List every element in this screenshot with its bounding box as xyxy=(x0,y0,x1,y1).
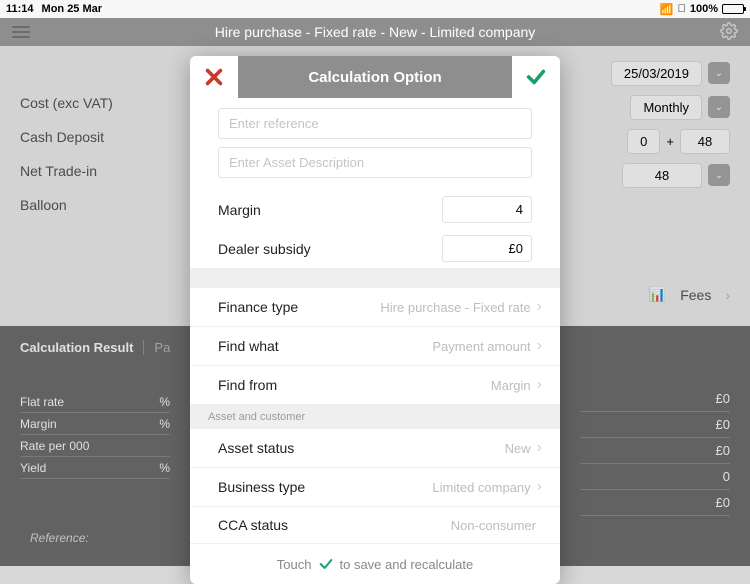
gear-icon[interactable] xyxy=(720,22,738,43)
find-from-row[interactable]: Find from Margin › xyxy=(190,366,560,405)
bg-label: Cost (exc VAT) xyxy=(20,95,170,111)
modal-title: Calculation Option xyxy=(238,56,512,98)
bg-label: Net Trade-in xyxy=(20,163,170,179)
ios-status-bar: 11:14 Mon 25 Mar 📶 􀙇 100% xyxy=(0,0,750,18)
calculation-option-modal: Calculation Option Margin Dealer subsidy… xyxy=(190,56,560,584)
num-pill[interactable]: 48 xyxy=(680,129,730,154)
num-pill[interactable]: 48 xyxy=(622,163,702,188)
reference-input[interactable] xyxy=(218,108,532,139)
nav-title: Hire purchase - Fixed rate - New - Limit… xyxy=(215,24,536,40)
signal-icon: 📶 xyxy=(660,3,674,16)
chevron-right-icon: › xyxy=(537,337,542,355)
finance-type-row[interactable]: Finance type Hire purchase - Fixed rate … xyxy=(190,288,560,327)
business-type-row[interactable]: Business type Limited company › xyxy=(190,468,560,507)
battery-icon xyxy=(722,4,744,14)
reference-label: Reference: xyxy=(30,531,89,545)
modal-footer-hint: Touch to save and recalculate xyxy=(190,544,560,584)
bars-icon: 📊 xyxy=(649,286,666,303)
date-pill[interactable]: 25/03/2019 xyxy=(611,61,702,86)
find-what-row[interactable]: Find what Payment amount › xyxy=(190,327,560,366)
chevron-right-icon: › xyxy=(725,287,730,303)
status-date: Mon 25 Mar xyxy=(42,3,103,15)
fees-label: Fees xyxy=(680,287,711,303)
subsidy-label: Dealer subsidy xyxy=(218,241,442,257)
status-time: 11:14 xyxy=(6,3,34,15)
chevron-right-icon: › xyxy=(537,298,542,316)
margin-input[interactable] xyxy=(442,196,532,223)
nav-bar: Hire purchase - Fixed rate - New - Limit… xyxy=(0,18,750,46)
check-icon xyxy=(318,556,334,572)
confirm-button[interactable] xyxy=(512,56,560,98)
chevron-right-icon: › xyxy=(537,478,542,496)
tab-calc-result[interactable]: Calculation Result xyxy=(20,340,133,355)
chevron-right-icon: › xyxy=(537,376,542,394)
tab-other[interactable]: Pa xyxy=(143,340,170,355)
margin-label: Margin xyxy=(218,202,442,218)
wifi-icon: 􀙇 xyxy=(678,3,686,15)
subsidy-input[interactable] xyxy=(442,235,532,262)
num-pill[interactable]: 0 xyxy=(627,129,660,154)
section-asset-customer: Asset and customer xyxy=(190,405,560,429)
close-button[interactable] xyxy=(190,56,238,98)
asset-description-input[interactable] xyxy=(218,147,532,178)
bg-label: Cash Deposit xyxy=(20,129,170,145)
chevron-down-icon[interactable]: ⌄ xyxy=(708,62,730,84)
battery-pct: 100% xyxy=(690,3,718,15)
chevron-down-icon[interactable]: ⌄ xyxy=(708,164,730,186)
chevron-right-icon: › xyxy=(537,439,542,457)
freq-pill[interactable]: Monthly xyxy=(630,95,702,120)
menu-icon[interactable] xyxy=(12,26,30,38)
chevron-down-icon[interactable]: ⌄ xyxy=(708,96,730,118)
fees-row[interactable]: 📊 Fees › xyxy=(649,286,730,303)
asset-status-row[interactable]: Asset status New › xyxy=(190,429,560,468)
cca-status-row: CCA status Non-consumer xyxy=(190,507,560,544)
bg-label: Balloon xyxy=(20,197,170,213)
